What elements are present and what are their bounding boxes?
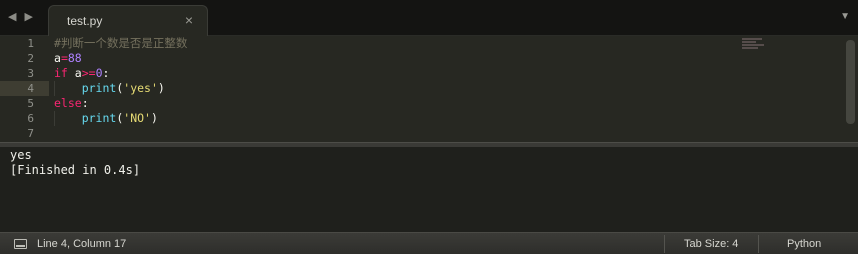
code-token: : <box>81 96 89 110</box>
tab-test-py[interactable]: test.py × <box>48 5 208 36</box>
code-line[interactable]: 2 a=88 <box>0 51 842 66</box>
code-text: a=88 <box>54 51 82 66</box>
code-token: ) <box>150 111 158 125</box>
code-token: else <box>54 96 82 110</box>
syntax-selector[interactable]: Python <box>787 238 821 250</box>
code-text: print('NO') <box>54 111 158 126</box>
code-line[interactable]: 1 #判断一个数是否是正整数 <box>0 36 842 51</box>
output-line: [Finished in 0.4s] <box>10 163 141 177</box>
chevron-down-icon[interactable]: ▼ <box>840 11 850 22</box>
line-number: 2 <box>27 52 34 65</box>
code-token: ) <box>157 81 165 95</box>
indent-guide <box>54 111 55 126</box>
line-number: 5 <box>27 97 34 110</box>
code-token: : <box>102 66 110 80</box>
close-icon[interactable]: × <box>185 12 193 28</box>
tab-nav-arrows: ◀ ▶ <box>8 10 33 24</box>
code-token: 88 <box>67 51 82 65</box>
status-divider <box>664 235 665 253</box>
code-text: #判断一个数是否是正整数 <box>54 36 187 51</box>
output-line: yes <box>10 148 32 162</box>
chevron-right-icon[interactable]: ▶ <box>24 10 32 24</box>
minimap[interactable] <box>742 38 772 52</box>
code-line[interactable]: 5 else: <box>0 96 842 111</box>
code-token: print <box>81 111 117 125</box>
status-bar: Line 4, Column 17 Tab Size: 4 Python <box>0 232 858 254</box>
code-line[interactable]: 3 if a>=0: <box>0 66 842 81</box>
code-editor[interactable]: 1 #判断一个数是否是正整数 2 a=88 3 if a>=0: 4 print('yes'… <box>0 36 858 142</box>
code-token: 0 <box>95 66 103 80</box>
code-token: >= <box>81 66 96 80</box>
code-text: else: <box>54 96 89 111</box>
code-text: print('yes') <box>54 81 165 96</box>
code-token: 'yes' <box>123 81 158 95</box>
code-token: a <box>54 51 61 65</box>
code-line[interactable]: 6 print('NO') <box>0 111 842 126</box>
code-token: #判断一个数是否是正整数 <box>54 36 188 50</box>
line-number: 3 <box>27 67 34 80</box>
chevron-left-icon[interactable]: ◀ <box>8 10 16 24</box>
code-line[interactable]: 4 print('yes') <box>0 81 842 96</box>
line-number: 1 <box>27 37 34 50</box>
code-token: = <box>60 51 68 65</box>
code-text: if a>=0: <box>54 66 109 81</box>
code-token: print <box>81 81 117 95</box>
indent-guide <box>54 81 55 96</box>
tab-label: test.py <box>67 14 103 28</box>
tab-size-selector[interactable]: Tab Size: 4 <box>684 238 738 250</box>
status-divider <box>758 235 759 253</box>
panel-toggle-icon[interactable] <box>14 239 27 249</box>
code-token: a <box>67 66 82 80</box>
tab-bar: ◀ ▶ test.py × ▼ <box>0 0 858 36</box>
code-token: if <box>54 66 68 80</box>
vertical-scrollbar[interactable] <box>846 40 855 124</box>
code-token: 'NO' <box>123 111 151 125</box>
cursor-position: Line 4, Column 17 <box>37 238 127 250</box>
line-number: 6 <box>27 112 34 125</box>
line-number: 7 <box>27 127 34 140</box>
line-number: 4 <box>27 82 34 95</box>
code-line[interactable]: 7 <box>0 126 842 141</box>
output-panel: yes [Finished in 0.4s] <box>0 147 858 232</box>
